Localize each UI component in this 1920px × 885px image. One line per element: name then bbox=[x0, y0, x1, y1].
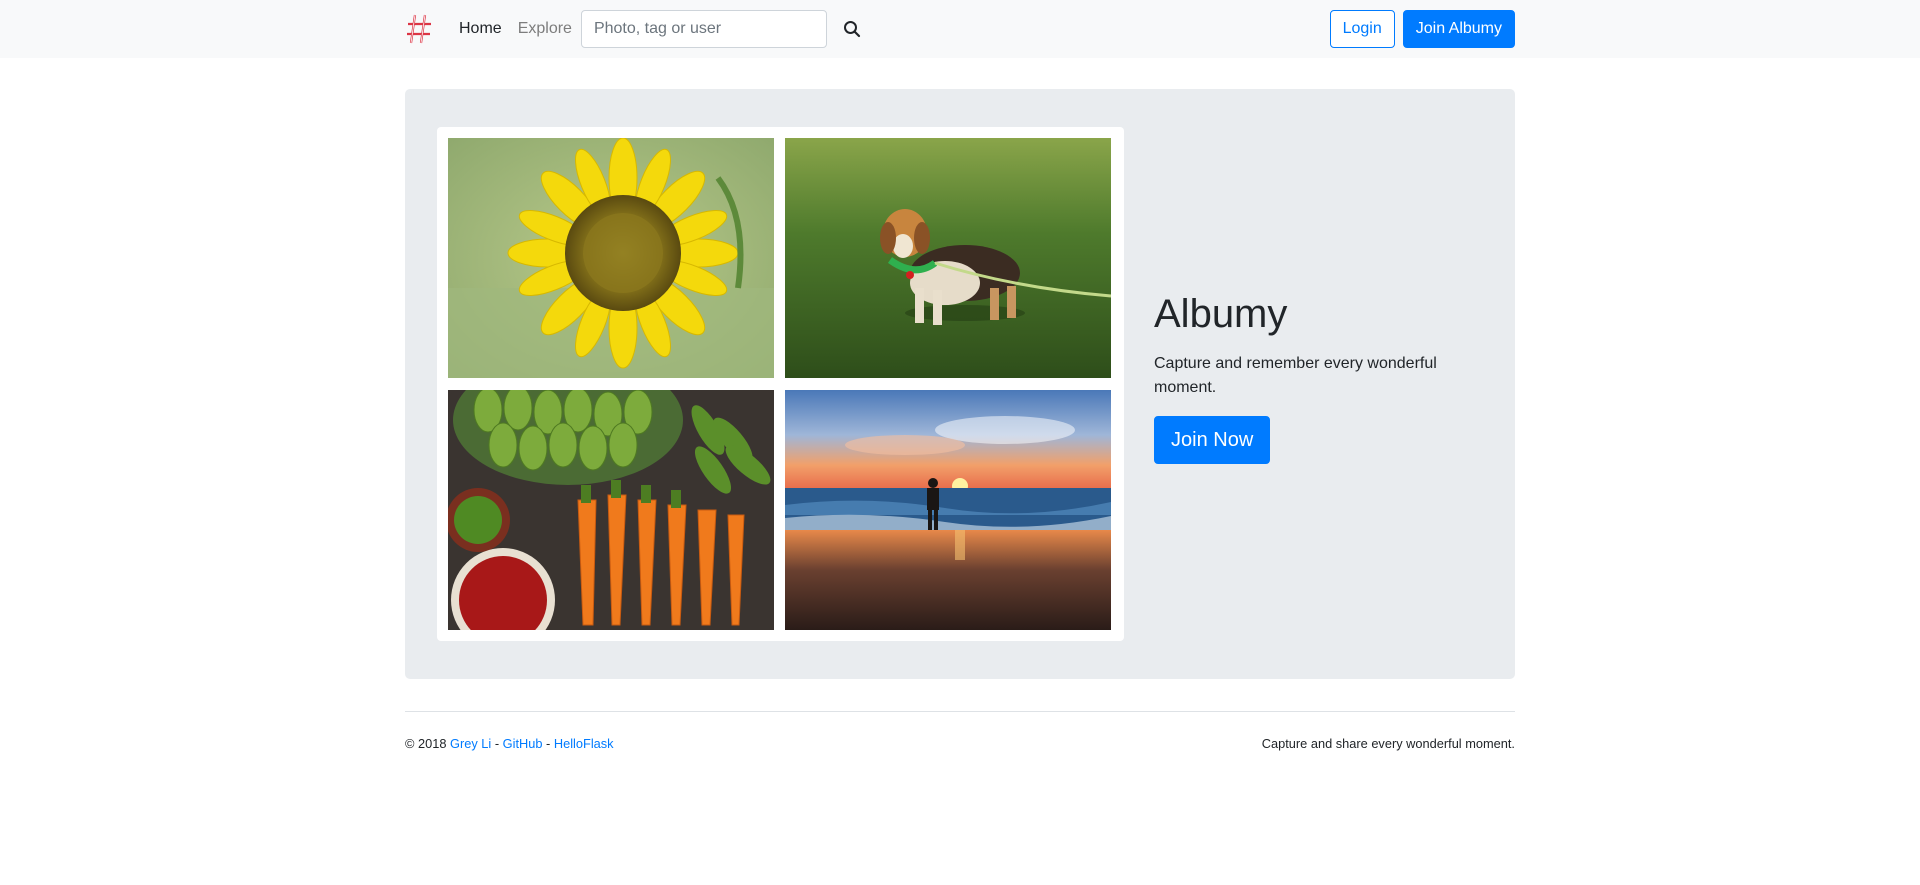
login-button[interactable]: Login bbox=[1329, 10, 1395, 48]
beagle-dog-photo bbox=[785, 138, 1111, 378]
nav-home-link[interactable]: Home bbox=[459, 20, 502, 38]
hero-text-block: Albumy Capture and remember every wonder… bbox=[1154, 292, 1474, 464]
search-input[interactable] bbox=[580, 10, 827, 48]
footer-separator: - bbox=[542, 736, 554, 751]
copyright-text: © 2018 bbox=[405, 736, 447, 751]
author-link[interactable]: Grey Li bbox=[450, 736, 491, 751]
hero-jumbotron: Albumy Capture and remember every wonder… bbox=[405, 89, 1515, 679]
sunflower-photo bbox=[448, 138, 774, 378]
search-icon[interactable] bbox=[841, 18, 863, 40]
join-albumy-button[interactable]: Join Albumy bbox=[1402, 10, 1515, 48]
github-link[interactable]: GitHub bbox=[503, 736, 543, 751]
footer-divider bbox=[405, 711, 1515, 712]
footer: © 2018 Grey Li - GitHub - HelloFlask Cap… bbox=[405, 736, 1515, 751]
hashtag-logo-icon[interactable] bbox=[405, 11, 435, 47]
navbar: Home Explore Login Join Albumy bbox=[0, 0, 1920, 58]
vegetables-photo bbox=[448, 390, 774, 630]
helloflask-link[interactable]: HelloFlask bbox=[554, 736, 614, 751]
hero-subtitle: Capture and remember every wonderful mom… bbox=[1154, 355, 1437, 396]
footer-tagline: Capture and share every wonderful moment… bbox=[1261, 736, 1515, 751]
footer-credits: © 2018 Grey Li - GitHub - HelloFlask bbox=[405, 736, 614, 751]
footer-separator: - bbox=[491, 736, 503, 751]
photo-gallery bbox=[437, 127, 1124, 641]
join-now-button[interactable]: Join Now bbox=[1154, 416, 1271, 464]
sunset-beach-photo bbox=[785, 390, 1111, 630]
hero-title: Albumy bbox=[1154, 292, 1288, 336]
nav-explore-link[interactable]: Explore bbox=[518, 20, 572, 38]
